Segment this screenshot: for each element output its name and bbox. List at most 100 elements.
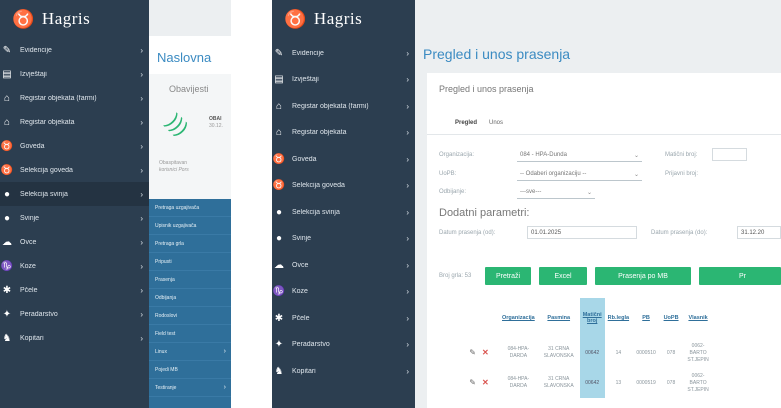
actions-header	[459, 298, 499, 338]
maticni-broj-input[interactable]	[712, 148, 747, 161]
notice-text-2: korisnici Pors	[159, 167, 189, 173]
card-title: Pregled i unos prasenja	[439, 84, 534, 94]
sidebar-item-svinje[interactable]: ● Svinje ›	[0, 206, 149, 230]
sidebar-item-kopitari[interactable]: ♞ Kopitari ›	[272, 358, 415, 385]
sidebar-item-p-ele[interactable]: ✱ Pčele ›	[0, 278, 149, 302]
sidebar-item-kopitari[interactable]: ♞ Kopitari ›	[0, 326, 149, 350]
sidebar-item-registar-objekata-farmi[interactable]: ⌂ Registar objekata (farmi) ›	[272, 93, 415, 120]
poultry-icon: ✦	[2, 308, 12, 320]
datum-do-label: Datum prasenja (do):	[651, 230, 708, 236]
sidebar-item-ovce[interactable]: ☁ Ovce ›	[272, 252, 415, 279]
chevron-right-icon: ›	[140, 237, 143, 247]
horse-icon: ♞	[2, 332, 12, 344]
chevron-right-icon: ›	[406, 313, 409, 323]
sidebar-item-izvje-taji[interactable]: ▤ Izvještaji ›	[0, 62, 149, 86]
prasenja-table-wrap: Organizacija Pasmina Matični broj Rb.legla P…	[427, 298, 781, 408]
tab-pregled[interactable]: Pregled	[455, 120, 477, 126]
sidebar-item-evidencije[interactable]: ✎ Evidencije ›	[0, 38, 149, 62]
chevron-right-icon: ›	[140, 45, 143, 55]
table-cell: 084-HPA-DARDA	[507, 346, 530, 359]
uopb-label: UoPB:	[439, 171, 457, 177]
table-row[interactable]: ✎ ✕ 084-HPA-DARDA 31 CRNA SLAVONSKA 00642 14 0…	[459, 338, 714, 368]
chevron-down-icon: ⌄	[633, 152, 639, 159]
submenu-item-5[interactable]: Odbijanja	[149, 289, 231, 307]
submenu-item-label: Testiranje	[155, 384, 177, 391]
submenu-item-6[interactable]: Rodoslovi	[149, 307, 231, 325]
tab-unos[interactable]: Unos	[489, 120, 503, 126]
sidebar-item-evidencije[interactable]: ✎ Evidencije ›	[272, 40, 415, 67]
pig-icon: ●	[3, 212, 11, 224]
cattle-selection-icon: ♉	[272, 180, 286, 192]
datum-do-input[interactable]: 31.12.20	[737, 226, 781, 239]
cattle-icon: ♉	[0, 140, 14, 152]
submenu-item-label: Rodoslovi	[155, 312, 177, 319]
sidebar-item-p-ele[interactable]: ✱ Pčele ›	[272, 305, 415, 332]
right-logo[interactable]: ♉ Hagris	[272, 0, 415, 38]
sidebar-item-svinje[interactable]: ● Svinje ›	[272, 226, 415, 253]
submenu-item-label: Upisnik uzgajivača	[155, 222, 197, 229]
left-logo[interactable]: ♉ Hagris	[0, 0, 149, 38]
column-header[interactable]: Organizacija	[499, 298, 538, 338]
column-header[interactable]: UoPB	[660, 298, 682, 338]
table-cell: 0000519	[636, 379, 656, 386]
submenu-item-7[interactable]: Field test	[149, 325, 231, 343]
edit-icon[interactable]: ✎	[469, 348, 476, 357]
sidebar-item-registar-objekata[interactable]: ⌂ Registar objekata ›	[0, 110, 149, 134]
submenu-item-4[interactable]: Prasenja	[149, 271, 231, 289]
column-header[interactable]: Rb.legla	[605, 298, 632, 338]
sidebar-item-koze[interactable]: ♑ Koze ›	[272, 279, 415, 306]
sidebar-item-peradarstvo[interactable]: ✦ Peradarstvo ›	[0, 302, 149, 326]
sidebar-item-izvje-taji[interactable]: ▤ Izvještaji ›	[272, 67, 415, 94]
uopb-select[interactable]: -- Odaberi organizaciju -- ⌄	[517, 168, 642, 181]
excel-button[interactable]: Excel	[539, 267, 587, 285]
count-label: Broj grla: 53	[439, 273, 472, 279]
report-icon: ▤	[274, 74, 284, 86]
chevron-right-icon: ›	[406, 234, 409, 244]
submenu-item-0[interactable]: Pretraga uzgajivača	[149, 199, 231, 217]
sidebar-item-koze[interactable]: ♑ Koze ›	[0, 254, 149, 278]
sidebar-item-label: Koze	[292, 288, 308, 296]
odbijanje-select[interactable]: ---sve--- ⌄	[517, 186, 595, 199]
column-header[interactable]: Vlasnik	[682, 298, 714, 338]
sidebar-item-label: Svinje	[292, 235, 312, 243]
submenu-item-8[interactable]: Linux ›	[149, 343, 231, 361]
submenu-item-1[interactable]: Upisnik uzgajivača	[149, 217, 231, 235]
horse-icon: ♞	[274, 365, 284, 377]
sidebar-item-peradarstvo[interactable]: ✦ Peradarstvo ›	[272, 332, 415, 359]
sidebar-item-registar-objekata-farmi[interactable]: ⌂ Registar objekata (farmi) ›	[0, 86, 149, 110]
delete-icon[interactable]: ✕	[482, 378, 489, 387]
submenu-item-9[interactable]: Pojedi MB	[149, 361, 231, 379]
sidebar-item-selekcija-svinja[interactable]: ● Selekcija svinja ›	[272, 199, 415, 226]
pr-button[interactable]: Pr	[699, 267, 781, 285]
submenu-item-3[interactable]: Pripusti	[149, 253, 231, 271]
sidebar-item-label: Svinje	[20, 214, 40, 222]
sidebar-item-selekcija-goveda[interactable]: ♉ Selekcija goveda ›	[0, 158, 149, 182]
pretrazi-button[interactable]: Pretraži	[485, 267, 531, 285]
table-row[interactable]: ✎ ✕ 084-HPA-DARDA 31 CRNA SLAVONSKA 00642 13 0…	[459, 368, 714, 398]
sidebar-item-label: Ovce	[292, 261, 309, 269]
sidebar-item-goveda[interactable]: ♉ Goveda ›	[0, 134, 149, 158]
table-cell: 084-HPA-DARDA	[507, 376, 530, 389]
odbijanje-value: ---sve---	[520, 189, 542, 195]
sidebar-item-ovce[interactable]: ☁ Ovce ›	[0, 230, 149, 254]
column-header[interactable]: Pasmina	[538, 298, 580, 338]
submenu-item-2[interactable]: Pretraga grla	[149, 235, 231, 253]
sidebar-item-selekcija-svinja[interactable]: ● Selekcija svinja ›	[0, 182, 149, 206]
table-cell: 078	[666, 379, 676, 386]
edit-icon[interactable]: ✎	[469, 378, 476, 387]
sidebar-item-registar-objekata[interactable]: ⌂ Registar objekata ›	[272, 120, 415, 147]
prasenja-po-mb-button[interactable]: Prasenja po MB	[595, 267, 691, 285]
organizacija-select[interactable]: 084 - HPA-Dunda ⌄	[517, 149, 642, 162]
row-actions: ✎ ✕	[459, 338, 499, 368]
column-header[interactable]: Matični broj	[579, 298, 605, 338]
sidebar-item-label: Evidencije	[292, 49, 324, 57]
datum-od-input[interactable]: 01.01.2025	[527, 226, 637, 239]
delete-icon[interactable]: ✕	[482, 348, 489, 357]
sidebar-item-label: Kopitari	[20, 334, 44, 342]
sidebar-item-selekcija-goveda[interactable]: ♉ Selekcija goveda ›	[272, 173, 415, 200]
sidebar-item-goveda[interactable]: ♉ Goveda ›	[272, 146, 415, 173]
goat-icon: ♑	[272, 286, 286, 298]
chevron-right-icon: ›	[140, 93, 143, 103]
column-header[interactable]: PB	[632, 298, 660, 338]
submenu-item-10[interactable]: Testiranje ›	[149, 379, 231, 397]
